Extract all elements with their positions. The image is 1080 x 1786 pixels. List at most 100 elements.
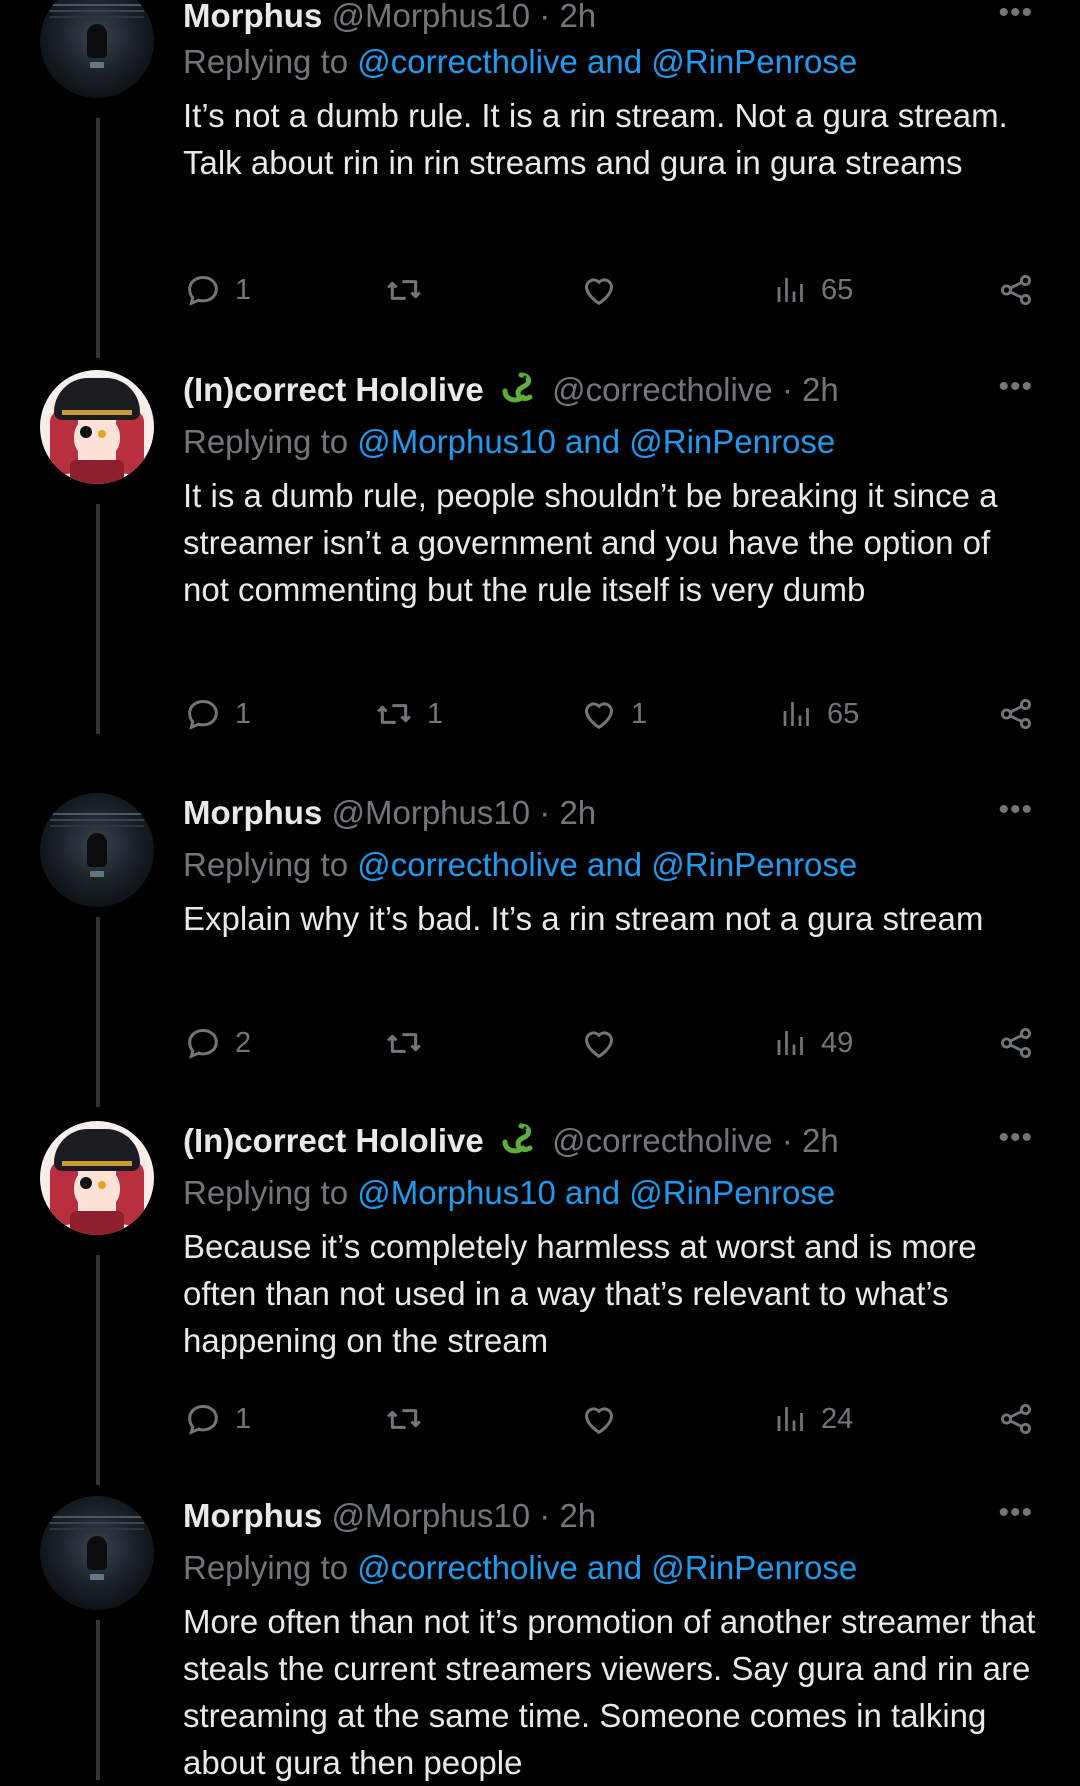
reply-icon [188, 275, 218, 306]
tweet-text: It’s not a dumb rule. It is a rin stream… [183, 97, 1008, 181]
avatar[interactable] [40, 793, 154, 907]
tweet-header: (In)correct Hololive @correctholive · 2h… [183, 370, 1043, 410]
mention-links[interactable]: @correctholive and @RinPenrose [357, 43, 857, 80]
action-bar: 2 49 [183, 1021, 1043, 1065]
tweet-text: It is a dumb rule, people shouldn’t be b… [183, 477, 998, 608]
views-icon [777, 1407, 803, 1431]
share-button[interactable] [997, 268, 1035, 312]
views-button[interactable]: 49 [773, 1021, 853, 1065]
display-name[interactable]: Morphus [183, 0, 322, 34]
display-name[interactable]: Morphus [183, 794, 322, 831]
reply-button[interactable]: 1 [183, 692, 251, 736]
replying-to: Replying to @Morphus10 and @RinPenrose [183, 423, 836, 460]
view-count: 65 [827, 697, 860, 730]
action-bar: 1 1 1 65 [183, 692, 1043, 736]
avatar[interactable] [40, 1496, 154, 1610]
thread-line [96, 917, 100, 1107]
reply-icon [188, 1028, 218, 1059]
conversation-thread: Morphus @Morphus10 · 2h ••• Replying to … [0, 0, 1080, 1781]
views-button[interactable]: 24 [773, 1397, 853, 1441]
retweet-icon [387, 280, 421, 300]
thread-line [96, 1620, 100, 1780]
share-icon [1000, 1027, 1032, 1059]
retweet-icon [377, 704, 411, 724]
reply-button[interactable]: 2 [183, 1021, 251, 1065]
timestamp[interactable]: 2h [802, 371, 839, 408]
replying-to: Replying to @correctholive and @RinPenro… [183, 846, 858, 883]
more-icon[interactable]: ••• [998, 1121, 1033, 1155]
handle[interactable]: @correctholive [552, 1122, 773, 1159]
share-icon [1000, 274, 1032, 306]
separator: · [781, 1122, 793, 1159]
mention-links[interactable]: @Morphus10 and @RinPenrose [357, 1174, 835, 1211]
handle[interactable]: @Morphus10 [332, 0, 531, 34]
retweet-button[interactable]: 1 [373, 692, 443, 736]
handle[interactable]: @correctholive [552, 371, 773, 408]
display-name[interactable]: (In)correct Hololive [183, 1122, 484, 1159]
reply-count: 1 [235, 697, 252, 730]
more-icon[interactable]: ••• [998, 793, 1033, 827]
handle[interactable]: @Morphus10 [332, 1497, 531, 1534]
reply-count: 2 [235, 1026, 252, 1059]
like-button[interactable]: 1 [579, 692, 647, 736]
tweet-text: More often than not it’s promotion of an… [183, 1603, 1036, 1781]
more-icon[interactable]: ••• [998, 370, 1033, 404]
view-count: 65 [821, 273, 854, 306]
timestamp[interactable]: 2h [559, 794, 596, 831]
action-bar: 1 65 [183, 268, 1043, 312]
views-icon [777, 1031, 803, 1055]
mention-links[interactable]: @correctholive and @RinPenrose [357, 1549, 857, 1586]
thread-line [96, 118, 100, 358]
more-icon[interactable]: ••• [998, 0, 1033, 30]
like-button[interactable] [579, 1021, 631, 1065]
retweet-button[interactable] [383, 268, 437, 312]
mention-links[interactable]: @Morphus10 and @RinPenrose [357, 423, 835, 460]
like-button[interactable] [579, 1397, 631, 1441]
retweet-button[interactable] [383, 1021, 437, 1065]
action-bar: 1 24 [183, 1397, 1043, 1441]
retweet-icon [387, 1033, 421, 1053]
tweet-header: Morphus @Morphus10 · 2h ••• [183, 0, 1043, 36]
thread-line [96, 1255, 100, 1485]
separator: · [539, 0, 551, 34]
views-button[interactable]: 65 [773, 268, 853, 312]
tweet-text: Because it’s completely harmless at wors… [183, 1228, 977, 1359]
handle[interactable]: @Morphus10 [332, 794, 531, 831]
like-button[interactable] [579, 268, 631, 312]
separator: · [781, 371, 793, 408]
replying-to: Replying to @Morphus10 and @RinPenrose [183, 1174, 836, 1211]
reply-button[interactable]: 1 [183, 1397, 251, 1441]
tweet-header: (In)correct Hololive @correctholive · 2h… [183, 1121, 1043, 1161]
avatar[interactable] [40, 370, 154, 484]
snake-emoji [502, 1123, 533, 1154]
view-count: 24 [821, 1402, 854, 1435]
mention-links[interactable]: @correctholive and @RinPenrose [357, 846, 857, 883]
tweet-header: Morphus @Morphus10 · 2h ••• [183, 793, 1043, 833]
tweet-text: Explain why it’s bad. It’s a rin stream … [183, 900, 984, 937]
share-button[interactable] [997, 692, 1035, 736]
retweet-icon [387, 1409, 421, 1429]
display-name[interactable]: Morphus [183, 1497, 322, 1534]
display-name[interactable]: (In)correct Hololive [183, 371, 484, 408]
reply-icon [188, 699, 218, 730]
views-button[interactable]: 65 [779, 692, 859, 736]
separator: · [539, 794, 551, 831]
avatar[interactable] [40, 0, 154, 98]
reply-button[interactable]: 1 [183, 268, 251, 312]
share-button[interactable] [997, 1021, 1035, 1065]
share-icon [1000, 698, 1032, 730]
share-button[interactable] [997, 1397, 1035, 1441]
reply-icon [188, 1404, 218, 1435]
tweet-header: Morphus @Morphus10 · 2h ••• [183, 1496, 1043, 1536]
retweet-button[interactable] [383, 1397, 437, 1441]
timestamp[interactable]: 2h [802, 1122, 839, 1159]
timestamp[interactable]: 2h [559, 0, 596, 34]
more-icon[interactable]: ••• [998, 1496, 1033, 1530]
like-icon [585, 1031, 613, 1058]
snake-emoji [502, 372, 533, 403]
timestamp[interactable]: 2h [559, 1497, 596, 1534]
avatar[interactable] [40, 1121, 154, 1235]
replying-to: Replying to @correctholive and @RinPenro… [183, 1549, 858, 1586]
separator: · [539, 1497, 551, 1534]
reply-count: 1 [235, 273, 252, 306]
